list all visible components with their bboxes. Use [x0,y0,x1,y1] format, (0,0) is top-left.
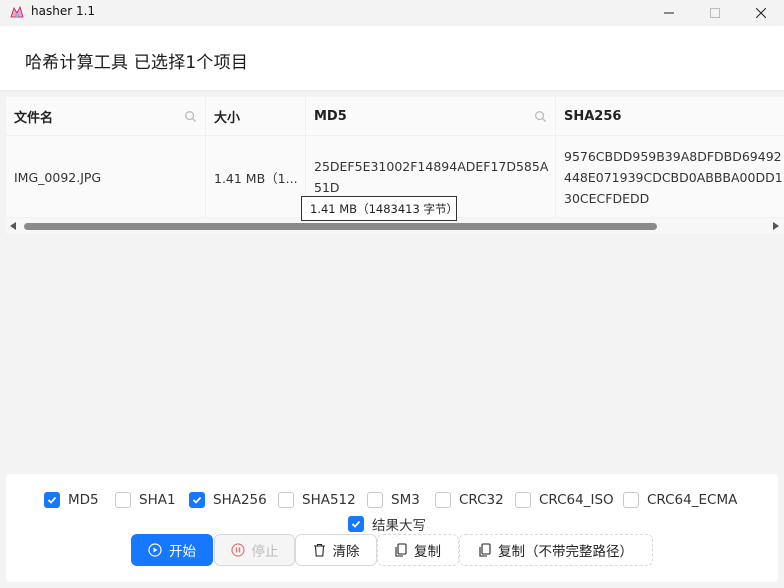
column-header-sha256[interactable]: SHA256 [556,97,784,136]
algo-sha256-checkbox[interactable]: SHA256 [189,492,267,508]
algo-sha1-checkbox[interactable]: SHA1 [115,492,176,508]
stop-button[interactable]: 停止 [214,534,295,566]
column-label: 文件名 [14,111,54,126]
column-label: SHA256 [564,109,622,124]
scrollbar-thumb[interactable] [24,223,657,230]
start-label: 开始 [169,544,196,560]
clear-label: 清除 [332,544,360,560]
pause-circle-icon [230,543,245,557]
cell-sha256: 9576CBDD959B39A8DFDBD69492448E071939CDCB… [556,136,784,218]
checkbox-unchecked[interactable] [278,492,294,508]
start-button[interactable]: 开始 [131,534,213,566]
checkbox-unchecked[interactable] [435,492,451,508]
search-icon[interactable] [184,110,197,123]
checkbox-unchecked[interactable] [367,492,383,508]
options-panel: MD5 SHA1 SHA256 SHA512 SM3 CRC32 CRC64_I… [6,474,778,582]
algo-sm3-checkbox[interactable]: SM3 [367,492,420,508]
cell-filename: IMG_0092.JPG [6,136,206,218]
checkbox-unchecked[interactable] [515,492,531,508]
stop-label: 停止 [251,544,279,560]
trash-icon [313,543,325,557]
play-circle-icon [148,543,162,557]
algo-sha512-checkbox[interactable]: SHA512 [278,492,356,508]
algo-label: SHA512 [302,492,356,508]
copy-no-path-button[interactable]: 复制（不带完整路径） [459,534,653,566]
algo-crc64iso-checkbox[interactable]: CRC64_ISO [515,492,614,508]
algo-label: SM3 [391,492,420,508]
checkbox-unchecked[interactable] [623,492,639,508]
page-header: 哈希计算工具 已选择1个项目 [0,26,784,90]
algo-label: CRC64_ISO [539,492,614,508]
algo-crc64ecma-checkbox[interactable]: CRC64_ECMA [623,492,737,508]
copy-button[interactable]: 复制 [377,534,459,566]
search-icon[interactable] [534,110,547,123]
copy-label: 复制 [414,544,441,560]
algo-crc32-checkbox[interactable]: CRC32 [435,492,504,508]
table-header: 文件名 大小 MD5 SHA256 [6,97,784,136]
checkbox-checked[interactable] [348,516,364,532]
algo-label: SHA256 [213,492,267,508]
scroll-left-icon[interactable] [10,222,16,230]
copy-icon [479,543,491,557]
algo-label: CRC64_ECMA [647,492,738,508]
checkbox-checked[interactable] [189,492,205,508]
close-button[interactable] [738,0,784,26]
algo-md5-checkbox[interactable]: MD5 [44,492,99,508]
window-title: hasher 1.1 [31,4,96,18]
copy-icon [395,543,407,557]
minimize-button[interactable] [646,0,692,26]
close-icon [756,8,766,18]
page-title: 哈希计算工具 已选择1个项目 [25,53,249,73]
title-bar: hasher 1.1 [0,0,784,26]
algo-label: MD5 [68,492,99,508]
cell-size: 1.41 MB（1... [206,136,306,218]
minimize-icon [664,12,674,14]
algo-label: SHA1 [139,492,176,508]
maximize-button[interactable] [692,0,738,26]
copy-no-path-label: 复制（不带完整路径） [498,544,633,560]
column-header-filename[interactable]: 文件名 [6,97,206,136]
maximize-icon [710,8,720,18]
column-label: MD5 [314,109,347,124]
uppercase-label: 结果大写 [372,518,426,534]
column-label: 大小 [214,111,241,126]
scroll-right-icon[interactable] [773,222,779,230]
clear-button[interactable]: 清除 [295,534,377,566]
checkbox-checked[interactable] [44,492,60,508]
column-header-md5[interactable]: MD5 [306,97,556,136]
app-icon [10,5,24,18]
uppercase-checkbox[interactable]: 结果大写 [348,514,426,534]
size-tooltip: 1.41 MB（1483413 字节） [301,196,458,221]
algo-label: CRC32 [459,492,504,508]
checkbox-unchecked[interactable] [115,492,131,508]
column-header-size[interactable]: 大小 [206,97,306,136]
